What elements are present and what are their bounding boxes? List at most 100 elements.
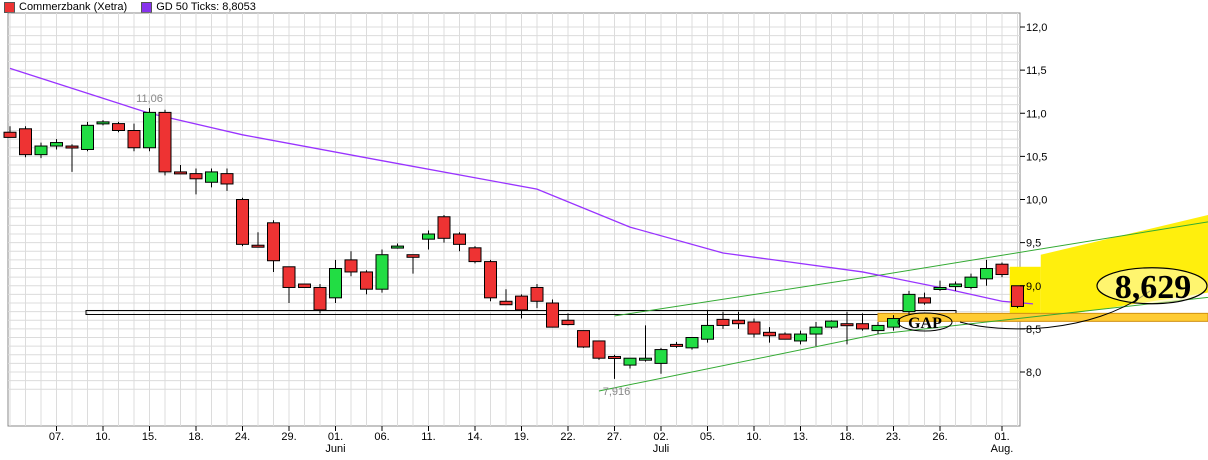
y-tick-label: 9,5: [1026, 238, 1041, 250]
x-tick-label: 10.: [95, 431, 110, 443]
candle-up: [871, 324, 885, 332]
candle-down: [763, 331, 776, 337]
x-tick-label: 02.: [653, 431, 668, 443]
candle-down: [995, 263, 1009, 276]
candle-down: [282, 266, 296, 288]
price-label: 8,629: [1115, 269, 1192, 306]
x-month-label: Juli: [653, 443, 670, 455]
y-tick-label: 12,0: [1026, 22, 1047, 34]
candle-down: [453, 233, 466, 245]
candle-up: [375, 254, 389, 290]
candle-up: [654, 349, 668, 364]
x-tick-label: 26.: [932, 431, 947, 443]
candle-down: [716, 318, 730, 326]
candle-down: [546, 302, 559, 328]
x-tick-label: 05.: [700, 431, 715, 443]
candle-up: [50, 142, 63, 147]
candle-down: [174, 171, 187, 175]
candle-down: [19, 128, 32, 156]
candle-up: [96, 121, 110, 125]
y-tick-label: 8,5: [1026, 324, 1041, 336]
candle-up: [81, 124, 94, 150]
candle-down: [468, 247, 482, 263]
y-tick-label: 8,0: [1026, 367, 1041, 379]
candlestick-chart: 8,0 8,5 9,0 9,5 10,0 10,5 11,0 11,5 12,0 07. 10. 15…: [3, 12, 1208, 455]
y-tick-label: 11,0: [1026, 108, 1047, 120]
candle-down: [313, 286, 327, 311]
candle-up: [623, 357, 637, 366]
x-tick-label: 19.: [514, 431, 529, 443]
x-tick-label: 10.: [746, 431, 761, 443]
x-tick-label: 15.: [142, 431, 157, 443]
y-tick-label: 9,0: [1026, 281, 1041, 293]
x-tick-label: 23.: [886, 431, 901, 443]
candle-down: [515, 295, 528, 311]
candle-down: [732, 319, 745, 325]
candle-down: [251, 244, 265, 248]
high-label: 11,06: [136, 93, 163, 105]
x-tick-label: 06.: [374, 431, 389, 443]
candle-down: [747, 321, 761, 335]
candle-down: [499, 300, 513, 306]
x-tick-label: 14.: [467, 431, 482, 443]
candle-down: [577, 330, 590, 348]
x-tick-label: 01.: [328, 431, 343, 443]
candle-down: [437, 216, 451, 239]
candle-down: [840, 323, 854, 327]
candle-down: [561, 319, 575, 326]
candle-down: [220, 173, 234, 185]
candle-up: [809, 326, 823, 335]
candle-down: [484, 261, 497, 299]
candle-down: [856, 323, 869, 330]
candle-up: [639, 357, 652, 361]
candle-down: [778, 333, 792, 340]
candle-down: [158, 111, 172, 173]
candle-down: [918, 297, 931, 304]
candle-down: [670, 343, 683, 347]
candle-up: [422, 233, 435, 240]
y-tick-label: 11,5: [1026, 65, 1047, 77]
x-month-label: Aug.: [991, 443, 1014, 455]
candle-up: [329, 268, 342, 299]
candle-down: [406, 254, 420, 258]
candle-down: [267, 222, 280, 262]
x-tick-label: 18.: [188, 431, 203, 443]
candle-up: [701, 324, 714, 340]
y-tick-label: 10,5: [1026, 151, 1047, 163]
candle-up: [205, 171, 218, 183]
candle-down: [344, 259, 358, 273]
x-month-label: Juni: [325, 443, 345, 455]
candle-up: [794, 333, 807, 342]
x-tick-label: 29.: [281, 431, 296, 443]
candle-up: [143, 111, 156, 149]
candle-up: [391, 245, 404, 249]
candle-up: [685, 337, 699, 349]
plot-frame: [7, 12, 1021, 427]
candle-down: [3, 131, 17, 138]
candle-down: [608, 355, 621, 359]
candle-up: [980, 268, 993, 280]
y-tick-label: 10,0: [1026, 195, 1047, 207]
candle-down: [112, 123, 125, 131]
candle-up: [34, 145, 48, 156]
candle-up: [964, 276, 978, 288]
x-tick-label: 01.: [994, 431, 1009, 443]
candle-down: [236, 199, 249, 245]
candle-up: [949, 283, 962, 288]
candle-down: [592, 340, 606, 359]
candle-down: [189, 173, 203, 180]
gap-label: GAP: [908, 315, 942, 332]
candle-down: [1011, 285, 1024, 307]
x-tick-label: 07.: [49, 431, 64, 443]
candle-up: [902, 293, 916, 313]
x-tick-label: 18.: [839, 431, 854, 443]
candle-up: [825, 320, 838, 328]
candle-down: [360, 271, 373, 290]
x-tick-label: 27.: [607, 431, 622, 443]
candle-down: [65, 145, 79, 149]
candle-down: [530, 286, 544, 302]
x-tick-label: 24.: [235, 431, 250, 443]
x-tick-label: 22.: [560, 431, 575, 443]
candle-down: [298, 283, 311, 288]
low-label: 7,916: [603, 386, 631, 398]
